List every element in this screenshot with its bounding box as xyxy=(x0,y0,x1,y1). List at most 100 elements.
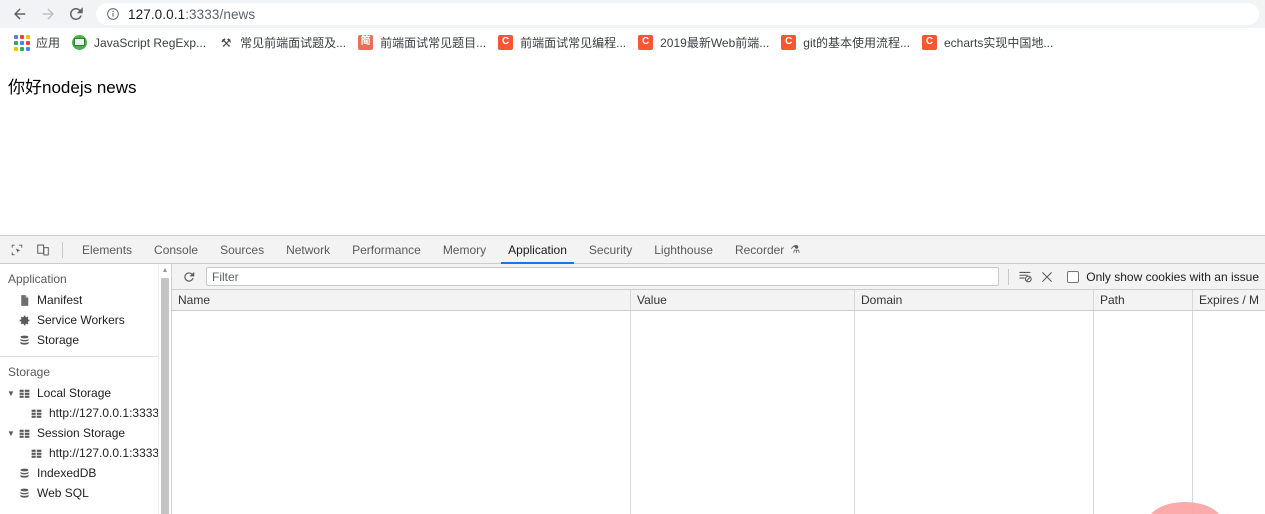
tab-label: Lighthouse xyxy=(654,242,713,257)
back-arrow-icon xyxy=(14,8,26,20)
sidebar-item-session-storage[interactable]: ▼ Session Storage xyxy=(0,423,171,443)
chevron-down-icon[interactable]: ▼ xyxy=(6,428,16,438)
url-host: 127.0.0.1 xyxy=(128,6,186,22)
sidebar-scrollbar[interactable]: ▲ xyxy=(158,264,171,514)
bookmarks-bar: 应用 JavaScript RegExp... ⚒ 常见前端面试题及... 简前端面试常… xyxy=(0,28,1265,57)
devtools-tab-bar: Elements Console Sources Network Performance… xyxy=(0,236,1265,264)
device-toolbar-button[interactable] xyxy=(30,238,56,262)
application-sidebar: Application▼Manifest▼Service Workers▼Sto… xyxy=(0,264,172,514)
refresh-cookies-button[interactable] xyxy=(178,267,200,287)
forward-arrow-icon xyxy=(42,8,54,20)
bookmark-label: git的基本使用流程... xyxy=(803,36,910,50)
column-body xyxy=(1094,311,1193,514)
bookmark-item[interactable]: 应用 xyxy=(8,32,66,54)
cookies-table: Name Value Domain Path Expires / M xyxy=(172,290,1265,514)
sidebar-item-indexeddb[interactable]: ▼IndexedDB xyxy=(0,463,171,483)
tab-console[interactable]: Console xyxy=(143,236,209,263)
tab-application[interactable]: Application xyxy=(497,236,578,264)
sketch-favicon: ⚒ xyxy=(220,35,232,50)
column-header-expires-m[interactable]: Expires / M xyxy=(1193,290,1264,310)
inspect-element-icon xyxy=(11,244,23,255)
sidebar-item-web-sql[interactable]: ▼Web SQL xyxy=(0,483,171,503)
scroll-up-arrow-icon[interactable]: ▲ xyxy=(159,264,171,277)
sidebar-item-label: http://127.0.0.1:3333 xyxy=(49,446,160,460)
sidebar-item-local-storage[interactable]: ▼ Local Storage xyxy=(0,383,171,403)
sidebar-item-http-127-0-0-1-3333[interactable]: ▼http://127.0.0.1:3333 xyxy=(0,403,171,423)
bookmark-label: 常见前端面试题及... xyxy=(240,36,347,50)
column-body xyxy=(172,311,631,514)
back-button[interactable] xyxy=(6,0,34,28)
bookmark-item[interactable]: C 2019最新Web前端... xyxy=(632,32,775,54)
tab-label: Performance xyxy=(352,242,421,257)
sidebar-item-manifest[interactable]: ▼Manifest xyxy=(0,290,171,310)
bookmark-label: 前端面试常见题目... xyxy=(380,36,487,50)
clear-filtered-cookies-button[interactable] xyxy=(1014,267,1036,287)
sidebar-item-label: Storage xyxy=(37,333,80,347)
column-header-value[interactable]: Value xyxy=(631,290,855,310)
column-body xyxy=(631,311,855,514)
csdn-favicon: C xyxy=(781,34,797,51)
sidebar-item-label: Manifest xyxy=(37,293,83,307)
green-circle-favicon xyxy=(72,34,88,51)
tab-label: Memory xyxy=(442,242,487,257)
tab-lighthouse[interactable]: Lighthouse xyxy=(643,236,724,263)
column-header-domain[interactable]: Domain xyxy=(855,290,1094,310)
bookmark-item[interactable]: C 前端面试常见编程... xyxy=(492,32,632,54)
tab-security[interactable]: Security xyxy=(578,236,643,263)
cookie-filter-input[interactable] xyxy=(206,267,1000,286)
table-grid-icon xyxy=(19,389,30,398)
bookmark-item[interactable]: Cecharts实现中国地... xyxy=(916,32,1059,54)
devtools-panel: Elements Console Sources Network Performance… xyxy=(0,236,1265,514)
reload-button[interactable] xyxy=(62,0,90,28)
browser-toolbar: 127.0.0.1:3333/news xyxy=(0,0,1265,28)
tab-elements[interactable]: Elements xyxy=(71,236,143,263)
sidebar-item-storage[interactable]: ▼Storage xyxy=(0,330,171,350)
forward-button[interactable] xyxy=(34,0,62,28)
toolbar-separator xyxy=(62,241,63,258)
site-info-icon[interactable] xyxy=(106,7,120,21)
manifest-document-icon xyxy=(21,294,29,306)
bookmark-item[interactable]: Cgit的基本使用流程... xyxy=(775,32,916,54)
bookmark-item[interactable]: 简前端面试常见题目... xyxy=(352,32,492,54)
tab-label: Elements xyxy=(82,242,133,257)
tab-label: Network xyxy=(286,242,331,257)
table-grid-icon xyxy=(19,429,30,438)
only-issues-checkbox[interactable] xyxy=(1067,270,1080,283)
column-header-path[interactable]: Path xyxy=(1094,290,1193,310)
sidebar-item-label: Service Workers xyxy=(37,313,125,327)
clear-all-cookies-button[interactable] xyxy=(1036,267,1058,287)
inspect-element-button[interactable] xyxy=(4,238,30,262)
tab-recorder[interactable]: Recorder ⚗ xyxy=(724,236,811,263)
bookmark-item[interactable]: ⚒ 常见前端面试题及... xyxy=(212,32,352,54)
tab-memory[interactable]: Memory xyxy=(432,236,497,263)
sidebar-section-title: Storage xyxy=(8,365,51,379)
bookmark-label: 2019最新Web前端... xyxy=(660,36,770,50)
bookmark-label: 应用 xyxy=(36,36,61,50)
bookmark-item[interactable]: JavaScript RegExp... xyxy=(66,32,212,54)
sidebar-item-label: IndexedDB xyxy=(37,466,97,480)
sidebar-item-label: Session Storage xyxy=(37,426,126,440)
sidebar-item-service-workers[interactable]: ▼Service Workers xyxy=(0,310,171,330)
database-icon xyxy=(20,488,29,498)
tab-label: Sources xyxy=(220,242,265,257)
database-icon xyxy=(20,468,29,478)
tab-performance[interactable]: Performance xyxy=(341,236,432,263)
database-icon xyxy=(20,335,29,345)
chevron-down-icon[interactable]: ▼ xyxy=(6,388,16,398)
apps-grid-icon xyxy=(14,34,30,51)
scrollbar-thumb[interactable] xyxy=(161,278,169,514)
table-grid-icon xyxy=(31,449,42,458)
only-issues-label: Only show cookies with an issue xyxy=(1086,269,1259,284)
clear-filtered-cookies-icon xyxy=(1019,271,1032,283)
only-issues-control[interactable]: Only show cookies with an issue xyxy=(1067,270,1259,284)
address-bar[interactable]: 127.0.0.1:3333/news xyxy=(96,3,1259,25)
tab-label: Security xyxy=(588,242,633,257)
column-header-name[interactable]: Name xyxy=(172,290,631,310)
tab-sources[interactable]: Sources xyxy=(209,236,275,263)
page-viewport: 你好nodejs news xyxy=(0,57,1265,235)
sidebar-item-http-127-0-0-1-3333[interactable]: ▼http://127.0.0.1:3333 xyxy=(0,443,171,463)
table-grid-icon xyxy=(31,409,42,418)
sidebar-item-label: http://127.0.0.1:3333 xyxy=(49,406,160,420)
tab-network[interactable]: Network xyxy=(275,236,341,263)
sidebar-section-title: Application xyxy=(8,272,67,286)
